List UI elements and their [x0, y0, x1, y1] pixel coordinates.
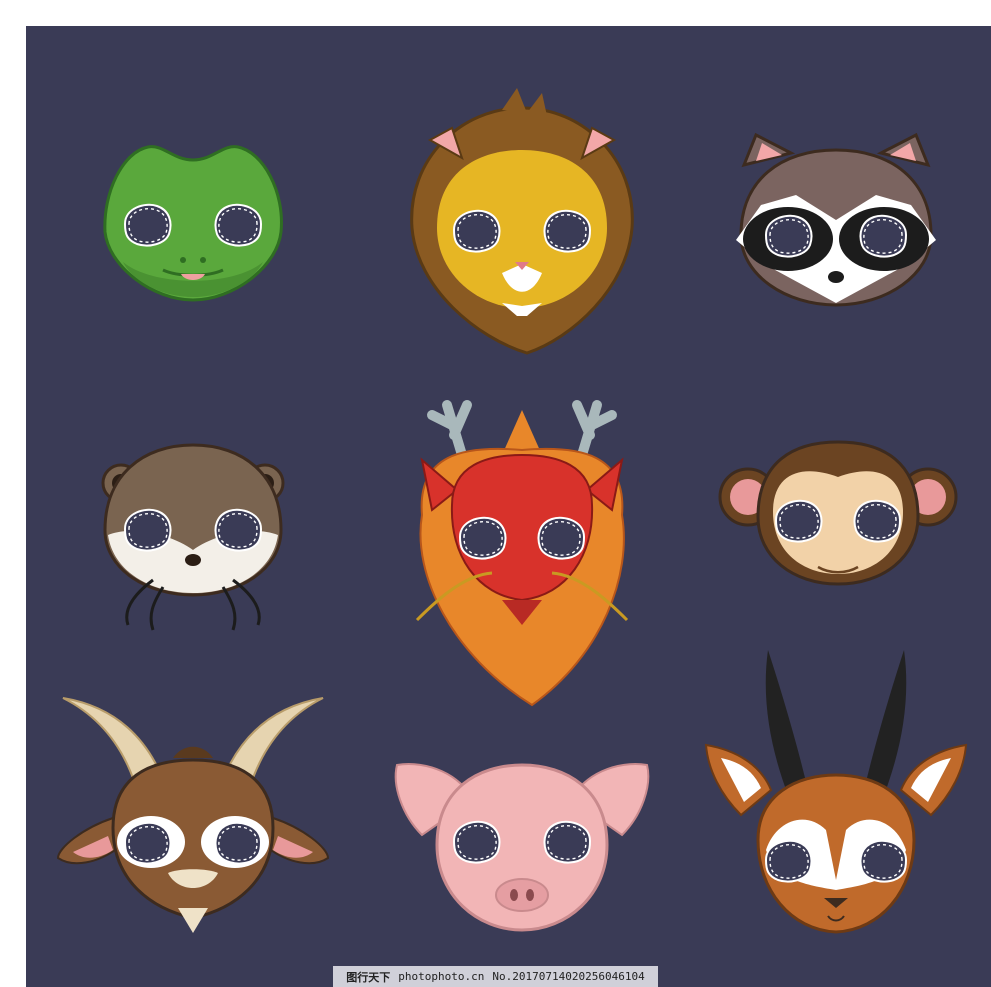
watermark-bar: 图行天下 photophoto.cn No.201707140202560461…: [333, 966, 658, 987]
animal-masks-illustration: [0, 0, 991, 987]
watermark-site: 图行天下: [346, 970, 391, 984]
crocodile-mask: [103, 145, 283, 302]
watermark-id: No.20170714020256046104: [492, 970, 645, 983]
watermark-url: photophoto.cn: [398, 970, 485, 983]
raccoon-mask: [736, 132, 936, 307]
